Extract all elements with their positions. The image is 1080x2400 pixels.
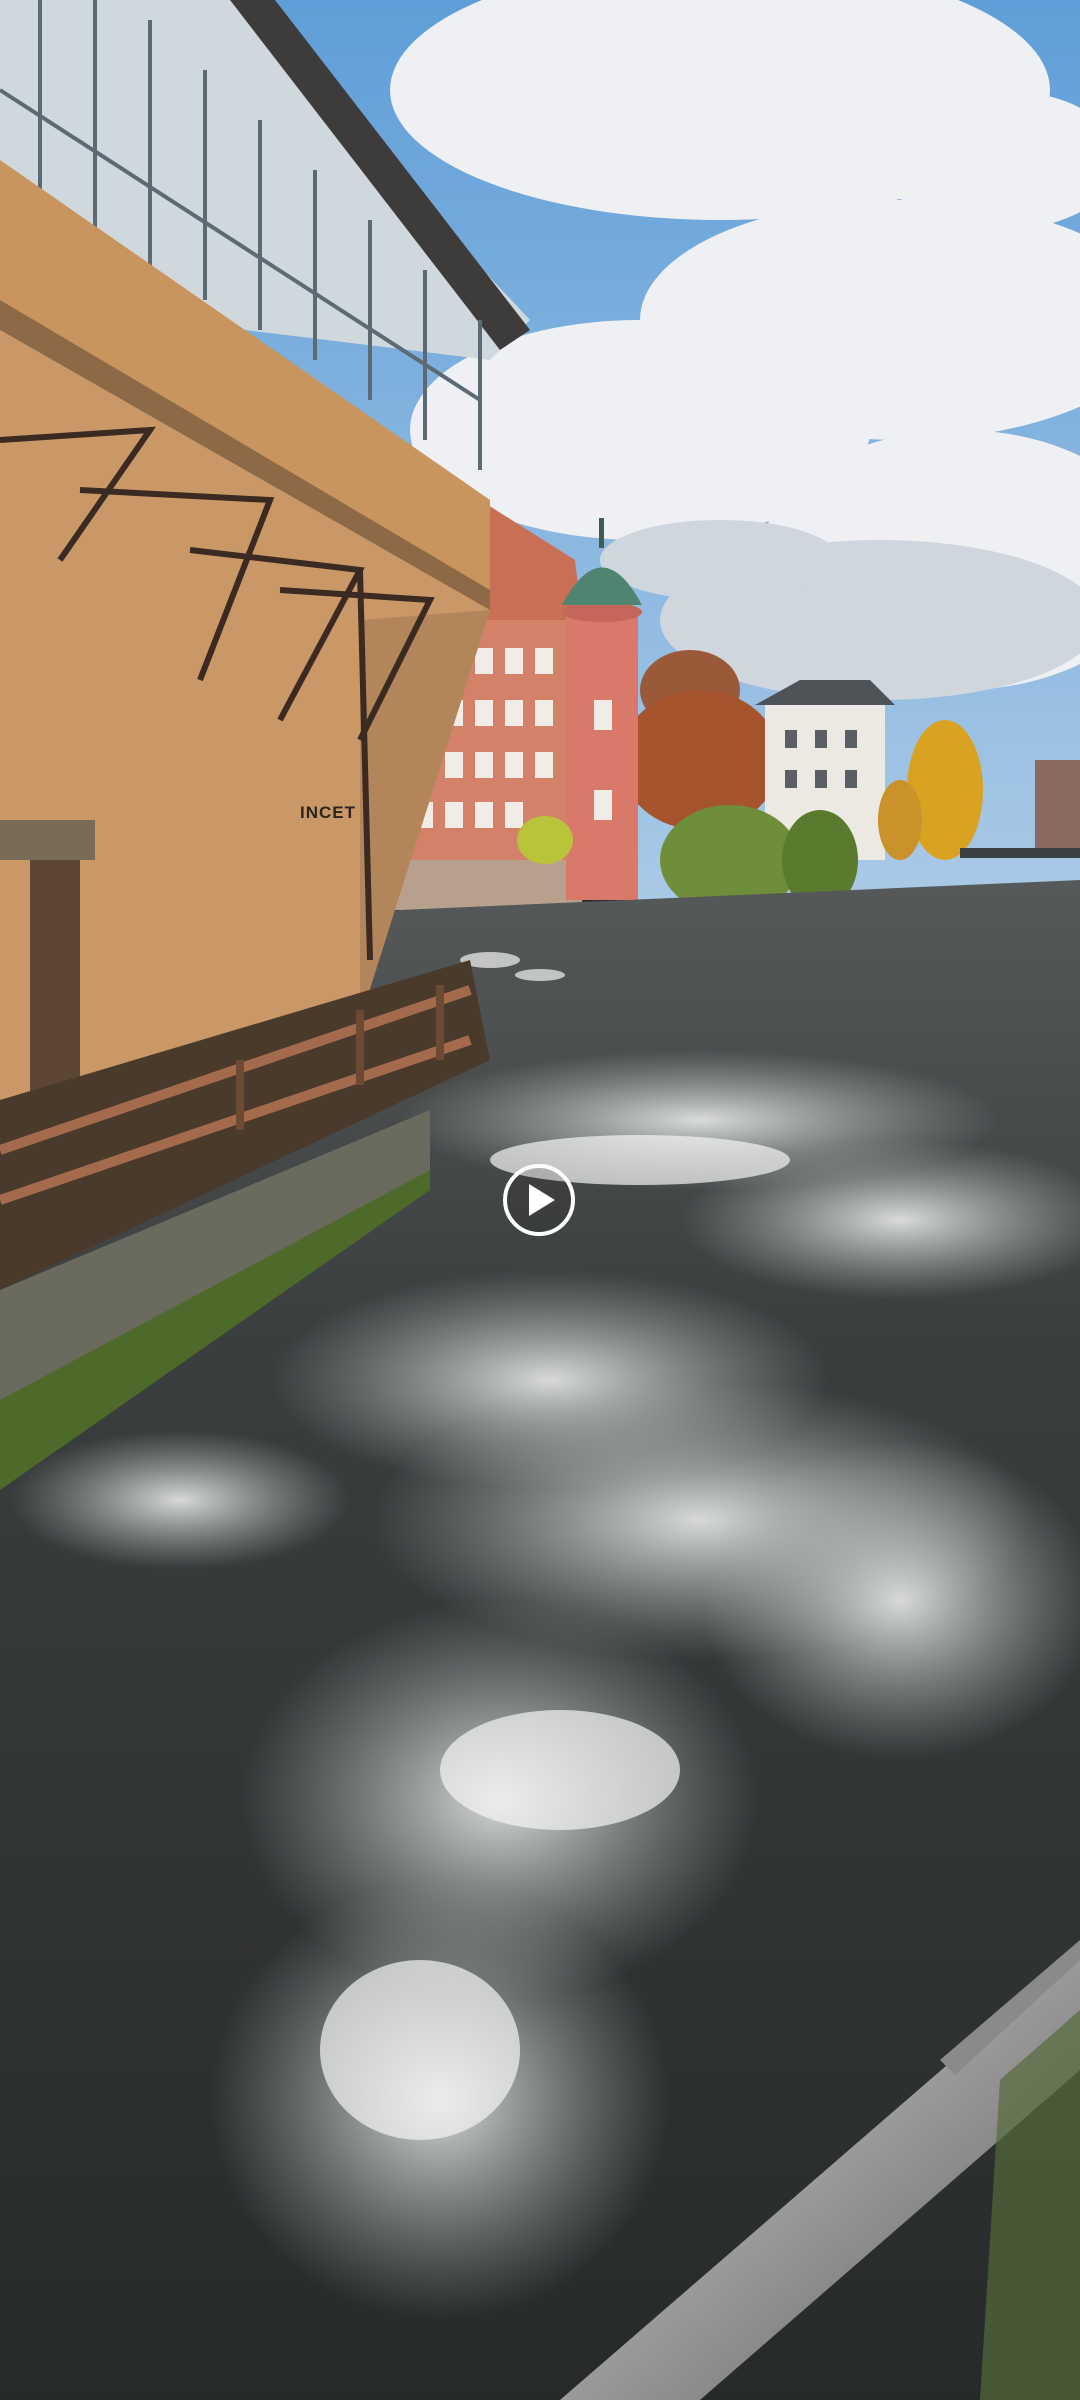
play-button[interactable]: [503, 1164, 575, 1236]
video-viewer[interactable]: INCET: [0, 0, 1080, 2400]
play-icon: [529, 1184, 555, 1216]
building-sign: INCET: [300, 803, 356, 822]
